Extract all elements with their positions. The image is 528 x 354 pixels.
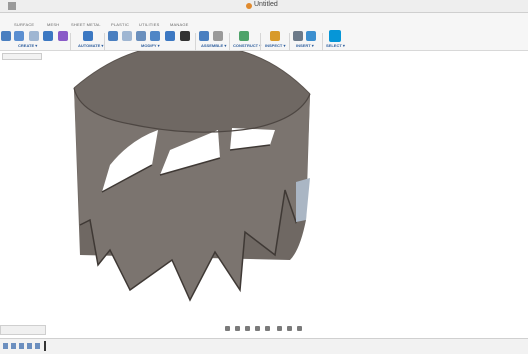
document-title: Untitled	[254, 1, 278, 8]
toolbar: SURFACE MESH SHEET METAL PLASTIC UTILITI…	[0, 13, 528, 57]
viewports-icon[interactable]	[297, 326, 302, 331]
play-icon[interactable]	[19, 343, 24, 349]
assemble-menu[interactable]: ASSEMBLE ▾	[201, 43, 226, 48]
timeline	[0, 338, 528, 354]
tab-sheet-metal[interactable]: SHEET METAL	[71, 22, 101, 27]
insert-derive-icon[interactable]	[293, 31, 303, 41]
automate-icon[interactable]	[83, 31, 93, 41]
shell-icon[interactable]	[136, 31, 146, 41]
tab-plastic[interactable]: PLASTIC	[111, 22, 129, 27]
orbit-icon[interactable]	[225, 326, 230, 331]
comments-panel[interactable]	[0, 325, 46, 335]
move-icon[interactable]	[180, 31, 190, 41]
browser-header[interactable]	[2, 53, 42, 60]
offset-plane-icon[interactable]	[239, 31, 249, 41]
press-pull-icon[interactable]	[108, 31, 118, 41]
automate-menu[interactable]: AUTOMATE ▾	[78, 43, 103, 48]
go-to-end-icon[interactable]	[35, 343, 40, 349]
app-grid-icon[interactable]	[8, 2, 16, 10]
new-component-assemble-icon[interactable]	[199, 31, 209, 41]
zoom-icon[interactable]	[255, 326, 260, 331]
grid-snaps-icon[interactable]	[287, 326, 292, 331]
step-back-icon[interactable]	[11, 343, 16, 349]
replace-face-icon[interactable]	[165, 31, 175, 41]
fit-icon[interactable]	[265, 326, 270, 331]
pan-icon[interactable]	[245, 326, 250, 331]
tab-mesh[interactable]: MESH	[47, 22, 59, 27]
go-to-start-icon[interactable]	[3, 343, 8, 349]
form-icon[interactable]	[58, 31, 68, 41]
look-at-icon[interactable]	[235, 326, 240, 331]
browser-panel	[0, 51, 44, 61]
modify-menu[interactable]: MODIFY ▾	[141, 43, 160, 48]
display-settings-icon[interactable]	[277, 326, 282, 331]
tab-manage[interactable]: MANAGE	[170, 22, 189, 27]
document-icon	[246, 3, 252, 9]
joint-icon[interactable]	[213, 31, 223, 41]
model-view[interactable]	[0, 51, 528, 335]
combine-icon[interactable]	[150, 31, 160, 41]
timeline-marker[interactable]	[44, 341, 46, 351]
construct-menu[interactable]: CONSTRUCT ▾	[233, 43, 261, 48]
revolve-icon[interactable]	[43, 31, 53, 41]
new-component-icon[interactable]	[1, 31, 11, 41]
inspect-menu[interactable]: INSPECT ▾	[265, 43, 285, 48]
measure-icon[interactable]	[270, 31, 280, 41]
tab-surface[interactable]: SURFACE	[14, 22, 34, 27]
extrude-icon[interactable]	[29, 31, 39, 41]
sketch-icon[interactable]	[14, 31, 24, 41]
select-icon[interactable]	[329, 30, 341, 42]
create-menu[interactable]: CREATE ▾	[18, 43, 37, 48]
tab-utilities[interactable]: UTILITIES	[139, 22, 159, 27]
canvas-viewport[interactable]	[0, 51, 528, 335]
selected-face[interactable]	[296, 178, 310, 222]
fillet-icon[interactable]	[122, 31, 132, 41]
insert-menu[interactable]: INSERT ▾	[296, 43, 314, 48]
step-forward-icon[interactable]	[27, 343, 32, 349]
title-bar: Untitled	[0, 0, 528, 13]
select-menu[interactable]: SELECT ▾	[326, 43, 345, 48]
insert-image-icon[interactable]	[306, 31, 316, 41]
